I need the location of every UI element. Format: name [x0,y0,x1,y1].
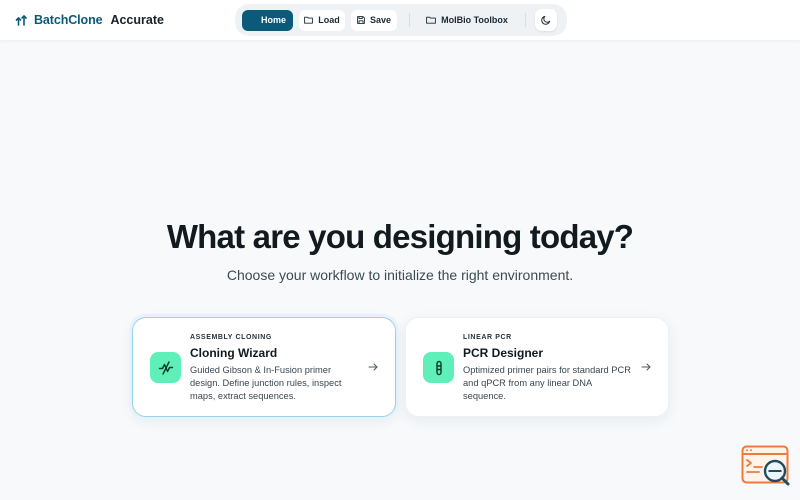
cloning-wizard-card[interactable]: ASSEMBLY CLONING Cloning Wizard Guided G… [132,317,396,417]
toolbox-label: MolBio Toolbox [441,15,508,25]
brand[interactable]: BatchClone Accurate [14,0,164,40]
card-eyebrow: ASSEMBLY CLONING [190,334,272,341]
arrow-right-icon [641,363,651,371]
brand-name: BatchClone [34,13,103,27]
page-subtitle: Choose your workflow to initialize the r… [226,267,574,283]
floppy-disk-icon [357,16,365,24]
load-button[interactable]: Load [299,9,345,31]
pcr-designer-card[interactable]: LINEAR PCR PCR Designer Optimized primer… [405,317,669,417]
card-description: Guided Gibson & In-Fusion primer design.… [190,365,342,401]
folder-icon [426,16,436,24]
branch-arrows-icon [14,13,28,27]
molbio-toolbox-button[interactable]: MolBio Toolbox [421,10,513,31]
card-eyebrow: LINEAR PCR [463,334,512,341]
moon-icon [541,15,551,25]
save-button[interactable]: Save [351,9,397,31]
main-nav: Home Load Save MolBio Toolbox [235,4,567,36]
card-title: PCR Designer [463,346,544,360]
card-title: Cloning Wizard [190,346,278,360]
arrow-right-icon [368,363,378,371]
home-button[interactable]: Home [242,9,293,31]
junction-icon [150,352,181,383]
inspector-button[interactable] [741,445,791,489]
nav-divider [525,13,526,27]
top-bar: BatchClone Accurate Home Load Save MolBi… [0,0,800,40]
theme-toggle-button[interactable] [535,9,557,31]
home-label: Home [260,15,286,25]
test-tube-icon [423,352,454,383]
code-search-icon [741,445,790,486]
card-description: Optimized primer pairs for standard PCR … [463,365,631,401]
page-title: What are you designing today? [166,218,634,255]
folder-icon [304,16,314,24]
nav-divider [409,13,410,27]
load-label: Load [318,15,340,25]
brand-subtitle: Accurate [110,13,164,27]
save-label: Save [369,15,392,25]
